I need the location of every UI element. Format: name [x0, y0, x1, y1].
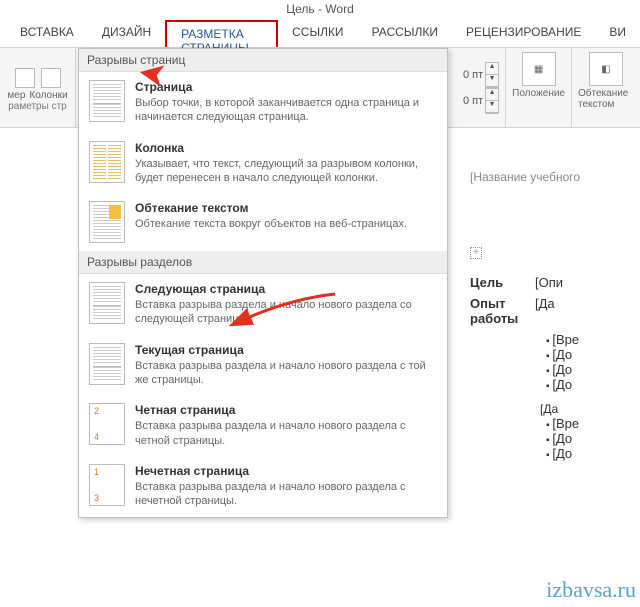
spacing-after[interactable]: 0 пт ▲▼ — [463, 88, 499, 114]
position-label: Положение — [512, 88, 565, 99]
dd-desc: Указывает, что текст, следующий за разры… — [135, 157, 437, 186]
doc-bullet: [До — [540, 446, 640, 461]
doc-bullet: [Вре — [540, 332, 640, 347]
size-icon[interactable] — [15, 68, 35, 88]
watermark: izbavsa.ru — [546, 577, 636, 603]
table-handle-icon[interactable]: + — [470, 247, 482, 259]
window-title: Цель - Word — [0, 0, 640, 20]
spacing-value: 0 пт — [463, 69, 483, 81]
tab-page-layout[interactable]: РАЗМЕТКА СТРАНИЦЫ — [165, 20, 278, 47]
dd-item-continuous[interactable]: Текущая страница Вставка разрыва раздела… — [79, 335, 447, 396]
dd-item-column[interactable]: Колонка Указывает, что текст, следующий … — [79, 133, 447, 194]
wrap-break-icon — [89, 201, 125, 243]
odd-page-icon: 13 — [89, 464, 125, 506]
dd-title: Обтекание текстом — [135, 201, 407, 215]
size-label: мер — [7, 90, 25, 101]
ribbon-right: 0 пт ▲▼ 0 пт ▲▼ ▦ Положение ◧ Обтекание … — [463, 48, 640, 128]
tab-design[interactable]: ДИЗАЙН — [88, 20, 165, 47]
tab-references[interactable]: ССЫЛКИ — [278, 20, 357, 47]
doc-line: [Да — [540, 402, 640, 416]
columns-label: Колонки — [29, 90, 67, 101]
continuous-icon — [89, 343, 125, 385]
dd-title: Нечетная страница — [135, 464, 437, 478]
dd-item-page[interactable]: Страница Выбор точки, в которой заканчив… — [79, 72, 447, 133]
dd-section-page-breaks: Разрывы страниц — [79, 49, 447, 72]
tab-review[interactable]: РЕЦЕНЗИРОВАНИЕ — [452, 20, 595, 47]
wrap-icon: ◧ — [589, 52, 623, 86]
even-page-icon: 24 — [89, 403, 125, 445]
dd-item-odd-page[interactable]: 13 Нечетная страница Вставка разрыва раз… — [79, 456, 447, 517]
dd-desc: Вставка разрыва раздела и начало нового … — [135, 419, 437, 448]
doc-bullet: [До — [540, 347, 640, 362]
tab-insert[interactable]: ВСТАВКА — [6, 20, 88, 47]
dd-desc: Вставка разрыва раздела и начало нового … — [135, 359, 437, 388]
dd-title: Колонка — [135, 141, 437, 155]
dd-desc: Выбор точки, в которой заканчивается одн… — [135, 96, 437, 125]
tab-mailings[interactable]: РАССЫЛКИ — [358, 20, 452, 47]
dd-item-text-wrap[interactable]: Обтекание текстом Обтекание текста вокру… — [79, 193, 447, 251]
doc-exp-label: Опыт работы — [470, 296, 535, 326]
tab-view[interactable]: ВИ — [595, 20, 640, 47]
wrap-label: Обтекание текстом — [578, 88, 634, 110]
spacing-value2: 0 пт — [463, 95, 483, 107]
doc-goal-val: [Опи — [535, 275, 563, 290]
dd-title: Текущая страница — [135, 343, 437, 357]
columns-icon[interactable] — [41, 68, 61, 88]
doc-bullet: [До — [540, 431, 640, 446]
position-icon: ▦ — [522, 52, 556, 86]
spacing-before[interactable]: 0 пт ▲▼ — [463, 62, 499, 88]
ribbon-tabs: ВСТАВКА ДИЗАЙН РАЗМЕТКА СТРАНИЦЫ ССЫЛКИ … — [0, 20, 640, 48]
page-setup-group: мер Колонки раметры стр — [0, 48, 76, 127]
breaks-dropdown: Разрывы страниц Страница Выбор точки, в … — [78, 48, 448, 518]
doc-bullet: [Вре — [540, 416, 640, 431]
doc-bullet: [До — [540, 377, 640, 392]
annotation-arrow-2 — [240, 284, 340, 337]
document-preview: [Название учебного + Цель[Опи Опыт работ… — [460, 160, 640, 461]
next-page-icon — [89, 282, 125, 324]
page-setup-label: раметры стр — [8, 101, 66, 112]
dd-title: Четная страница — [135, 403, 437, 417]
doc-goal-label: Цель — [470, 275, 535, 290]
page-break-icon — [89, 80, 125, 122]
dd-section-section-breaks: Разрывы разделов — [79, 251, 447, 274]
doc-exp-val: [Да — [535, 296, 555, 326]
dd-title: Страница — [135, 80, 437, 94]
column-break-icon — [89, 141, 125, 183]
dd-desc: Вставка разрыва раздела и начало нового … — [135, 480, 437, 509]
wrap-group[interactable]: ◧ Обтекание текстом — [571, 48, 640, 127]
position-group[interactable]: ▦ Положение — [505, 48, 571, 127]
dd-desc: Обтекание текста вокруг объектов на веб-… — [135, 217, 407, 231]
doc-header-placeholder: [Название учебного — [470, 170, 640, 184]
doc-bullet: [До — [540, 362, 640, 377]
dd-item-even-page[interactable]: 24 Четная страница Вставка разрыва разде… — [79, 395, 447, 456]
